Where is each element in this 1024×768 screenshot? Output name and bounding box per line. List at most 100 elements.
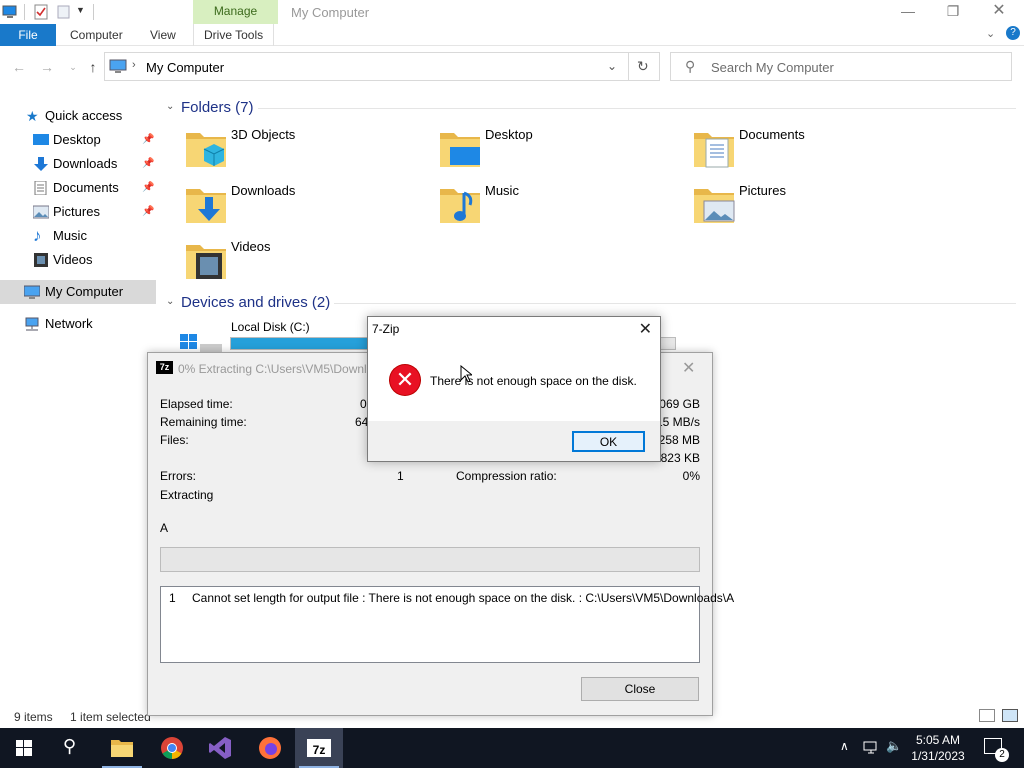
- collapse-chevron-icon[interactable]: ⌄: [166, 101, 174, 112]
- taskbar-visual-studio[interactable]: [196, 728, 244, 768]
- large-icons-view-icon[interactable]: [1002, 709, 1018, 722]
- item-count: 9 items: [14, 710, 53, 724]
- music-icon: ♪: [33, 226, 42, 245]
- sidebar-item-label: Quick access: [45, 108, 123, 123]
- files-label: Files:: [160, 433, 189, 447]
- folder-label: Downloads: [231, 183, 296, 198]
- download-icon: [34, 157, 48, 171]
- clock-time: 5:05 AM: [915, 733, 961, 747]
- up-arrow-icon[interactable]: ↑: [84, 58, 102, 76]
- search-input[interactable]: Search My Computer: [711, 60, 834, 75]
- 7zip-logo-icon: 7z: [156, 361, 173, 374]
- folder-music-icon: [440, 189, 480, 223]
- search-box[interactable]: ⚲ Search My Computer: [670, 52, 1012, 81]
- qat-divider: [24, 4, 25, 20]
- window-title: My Computer: [291, 5, 370, 20]
- breadcrumb-chevron-icon[interactable]: ›: [132, 59, 136, 71]
- computer-icon[interactable]: [2, 4, 18, 20]
- folder-downloads[interactable]: Downloads: [184, 183, 434, 233]
- speed-value: 15 MB/s: [655, 415, 700, 429]
- pin-icon: 📌: [142, 158, 155, 169]
- collapse-chevron-icon[interactable]: ⌄: [166, 296, 174, 307]
- dialog-close-icon[interactable]: ✕: [639, 319, 652, 339]
- folder-pictures[interactable]: Pictures: [692, 183, 942, 233]
- error-icon: ✕: [390, 365, 420, 395]
- folder-music[interactable]: Music: [438, 183, 688, 233]
- details-view-icon[interactable]: [979, 709, 995, 722]
- taskbar-firefox[interactable]: [246, 728, 294, 768]
- close-button[interactable]: Close: [581, 677, 699, 701]
- manage-context-tab[interactable]: Manage: [193, 0, 278, 24]
- taskbar-7zip[interactable]: 7z: [295, 728, 343, 768]
- taskbar-file-explorer[interactable]: [98, 728, 146, 768]
- ribbon-expand-icon[interactable]: ⌄: [986, 27, 995, 40]
- sidebar-item-label: Desktop: [53, 132, 101, 147]
- restore-button[interactable]: ❐: [930, 2, 976, 22]
- sidebar-item-music[interactable]: ♪ Music: [0, 224, 156, 248]
- folder-3d-objects[interactable]: 3D Objects: [184, 127, 434, 177]
- qat-dropdown-icon[interactable]: ▼: [76, 5, 85, 15]
- desktop-icon: [33, 134, 49, 145]
- folder-label: Desktop: [485, 127, 533, 142]
- 7zip-icon: 7z: [307, 739, 331, 757]
- computer-icon: [24, 285, 40, 299]
- folder-desktop[interactable]: Desktop: [438, 127, 688, 177]
- close-button[interactable]: ✕: [976, 2, 1022, 22]
- sidebar-item-label: Videos: [53, 252, 93, 267]
- sidebar-item-videos[interactable]: Videos: [0, 248, 156, 272]
- search-icon: ⚲: [685, 58, 696, 74]
- address-bar[interactable]: › My Computer ⌄ ↻: [104, 52, 660, 81]
- refresh-icon[interactable]: ↻: [637, 58, 649, 75]
- progress-close-icon[interactable]: ✕: [682, 358, 695, 378]
- tab-drive-tools[interactable]: Drive Tools: [193, 24, 275, 46]
- back-arrow-icon[interactable]: ←: [10, 58, 28, 76]
- sidebar-item-quick-access[interactable]: ★ Quick access: [0, 104, 156, 128]
- folder-label: Videos: [231, 239, 271, 254]
- start-button[interactable]: [0, 728, 48, 768]
- folders-group-header[interactable]: Folders (7): [181, 99, 254, 116]
- system-clock[interactable]: 5:05 AM 1/31/2023: [908, 732, 968, 764]
- sidebar-item-label: Network: [45, 316, 93, 331]
- mouse-cursor-icon: [460, 365, 472, 383]
- status-bar: 9 items 1 item selected: [14, 710, 151, 724]
- address-dropdown-icon[interactable]: ⌄: [607, 59, 617, 73]
- folder-documents[interactable]: Documents: [692, 127, 942, 177]
- recent-locations-icon[interactable]: ⌄: [64, 58, 82, 76]
- tab-file[interactable]: File: [0, 24, 56, 46]
- devices-group-header[interactable]: Devices and drives (2): [181, 294, 330, 311]
- ok-button[interactable]: OK: [572, 431, 645, 452]
- elapsed-time-value: 0: [360, 397, 367, 411]
- sidebar-item-my-computer[interactable]: My Computer: [0, 280, 156, 304]
- file-explorer-icon: [111, 740, 133, 757]
- network-status-icon[interactable]: [863, 740, 879, 756]
- taskbar: ⚲ 7z ∧ 🔈 5:05 AM 1/31/2023 2: [0, 728, 1024, 768]
- network-icon: [25, 317, 39, 331]
- folder-pictures-icon: [694, 189, 735, 223]
- show-hidden-icons-icon[interactable]: ∧: [840, 739, 849, 753]
- minimize-button[interactable]: —: [885, 2, 931, 22]
- sidebar-item-documents[interactable]: Documents 📌: [0, 176, 156, 200]
- operation-status: Extracting: [160, 488, 214, 502]
- tab-computer[interactable]: Computer: [70, 24, 123, 46]
- sidebar-item-network[interactable]: Network: [0, 312, 156, 336]
- pictures-icon: [33, 205, 49, 219]
- error-message: Cannot set length for output file : Ther…: [192, 591, 735, 605]
- volume-icon[interactable]: 🔈: [886, 738, 902, 754]
- computer-icon: [109, 59, 127, 73]
- sidebar-item-pictures[interactable]: Pictures 📌: [0, 200, 156, 224]
- extraction-progress-bar: [160, 547, 700, 572]
- group-divider: [334, 303, 1016, 304]
- forward-arrow-icon[interactable]: →: [38, 58, 56, 76]
- taskbar-chrome[interactable]: [148, 728, 196, 768]
- star-icon: ★: [26, 108, 39, 124]
- folder-videos[interactable]: Videos: [184, 239, 434, 289]
- sidebar-item-label: Downloads: [53, 156, 118, 171]
- tab-view[interactable]: View: [150, 24, 176, 46]
- help-icon[interactable]: ?: [1006, 26, 1020, 40]
- sidebar-item-downloads[interactable]: Downloads 📌: [0, 152, 156, 176]
- properties-icon[interactable]: [33, 4, 49, 20]
- sidebar-item-desktop[interactable]: Desktop 📌: [0, 128, 156, 152]
- new-folder-icon[interactable]: [56, 4, 72, 20]
- error-list[interactable]: 1 Cannot set length for output file : Th…: [160, 586, 734, 663]
- taskbar-search-button[interactable]: ⚲: [48, 728, 96, 768]
